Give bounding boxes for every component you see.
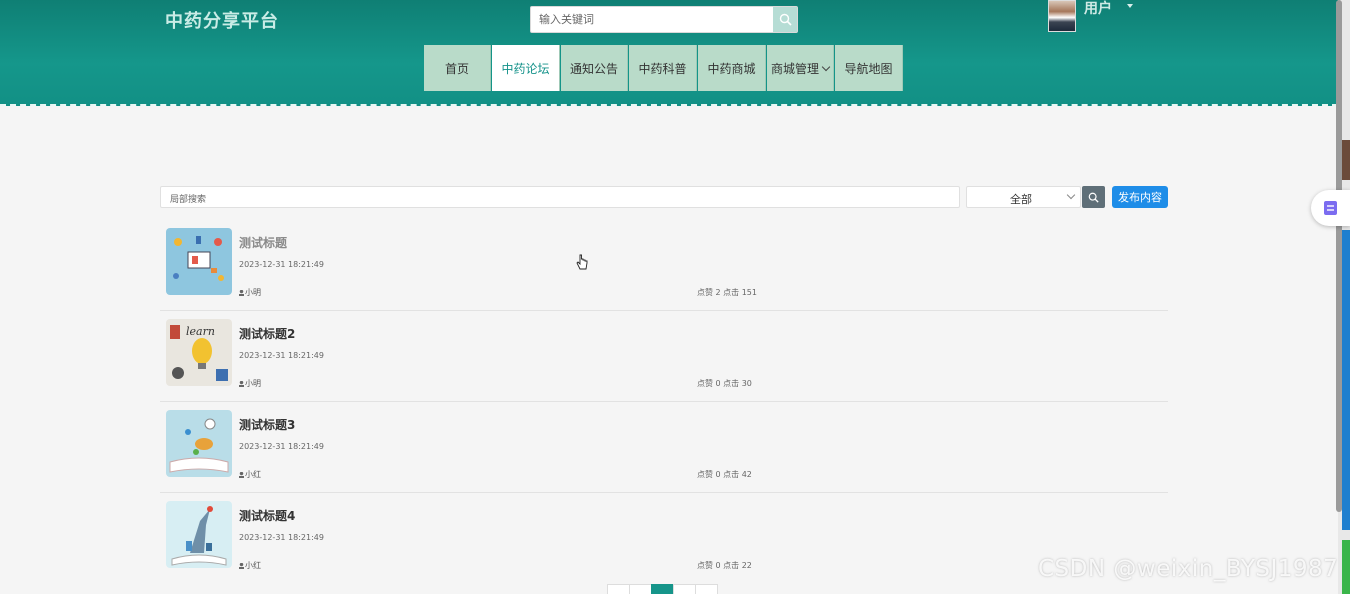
- post-date: 2023-12-31 18:21:49: [239, 442, 324, 451]
- global-search: [530, 6, 798, 33]
- search-icon: [779, 13, 792, 26]
- post-date: 2023-12-31 18:21:49: [239, 351, 324, 360]
- chevron-down-icon: [1066, 190, 1076, 200]
- global-search-button[interactable]: [773, 7, 797, 32]
- post-date: 2023-12-31 18:21:49: [239, 533, 324, 542]
- category-select-value: 全部: [1010, 193, 1032, 206]
- filter-search-button[interactable]: [1082, 186, 1105, 208]
- chevron-down-icon: [821, 62, 831, 71]
- watermark: CSDN @weixin_BYSJ1987: [1038, 556, 1339, 582]
- user-avatar[interactable]: [1048, 0, 1076, 32]
- post-title[interactable]: 测试标题: [239, 234, 287, 251]
- global-search-input[interactable]: [531, 7, 775, 32]
- user-icon: [239, 290, 244, 296]
- side-strip: [1342, 230, 1350, 530]
- post-stats: 点赞 0 点击 22: [697, 561, 752, 570]
- post-stats: 点赞 2 点击 151: [697, 288, 757, 297]
- post-author: 小明: [239, 287, 261, 298]
- nav-item-notices[interactable]: 通知公告: [561, 45, 628, 91]
- post-item[interactable]: 测试标题 2023-12-31 18:21:49 小明 点赞 2 点击 151: [160, 220, 1168, 311]
- post-title[interactable]: 测试标题2: [239, 325, 295, 342]
- document-icon: [1323, 201, 1337, 215]
- nav-item-map[interactable]: 导航地图: [835, 45, 903, 91]
- post-thumbnail[interactable]: [166, 501, 232, 568]
- header-divider: [0, 104, 1338, 106]
- user-menu-label[interactable]: 用户: [1084, 0, 1112, 18]
- side-strip: [1342, 540, 1350, 594]
- publish-button[interactable]: 发布内容: [1112, 186, 1168, 208]
- nav-item-home[interactable]: 首页: [424, 45, 491, 91]
- side-strip: [1342, 140, 1350, 180]
- nav-item-mall[interactable]: 中药商城: [698, 45, 766, 91]
- post-author: 小明: [239, 378, 261, 389]
- pagination: [607, 584, 718, 594]
- local-search-input[interactable]: [161, 190, 959, 210]
- post-author: 小红: [239, 560, 261, 571]
- local-search: [160, 186, 960, 210]
- nav-item-mall-admin[interactable]: 商城管理: [767, 45, 834, 91]
- pager-current[interactable]: [651, 584, 674, 594]
- post-thumbnail[interactable]: [166, 228, 232, 295]
- hand-cursor-icon: [576, 254, 588, 276]
- category-select[interactable]: 全部: [966, 186, 1081, 208]
- post-author: 小红: [239, 469, 261, 480]
- post-thumbnail[interactable]: [166, 410, 232, 477]
- svg-text:learn: learn: [186, 325, 215, 338]
- nav-item-forum[interactable]: 中药论坛: [492, 45, 560, 91]
- post-title[interactable]: 测试标题4: [239, 507, 295, 524]
- site-brand[interactable]: 中药分享平台: [165, 7, 279, 33]
- post-stats: 点赞 0 点击 30: [697, 379, 752, 388]
- pager-prev[interactable]: [629, 584, 652, 594]
- post-thumbnail[interactable]: learn: [166, 319, 232, 386]
- post-item[interactable]: learn 测试标题2 2023-12-31 18:21:49 小明 点赞 0 …: [160, 311, 1168, 402]
- search-icon: [1088, 192, 1099, 203]
- pager-first[interactable]: [607, 584, 630, 594]
- caret-down-icon[interactable]: [1127, 4, 1133, 8]
- pager-last[interactable]: [695, 584, 718, 594]
- user-icon: [239, 381, 244, 387]
- main-nav: 首页 中药论坛 通知公告 中药科普 中药商城 商城管理 导航地图: [424, 45, 903, 91]
- floating-assistant-button[interactable]: [1311, 190, 1350, 226]
- post-title[interactable]: 测试标题3: [239, 416, 295, 433]
- post-date: 2023-12-31 18:21:49: [239, 260, 324, 269]
- user-icon: [239, 472, 244, 478]
- post-stats: 点赞 0 点击 42: [697, 470, 752, 479]
- post-item[interactable]: 测试标题3 2023-12-31 18:21:49 小红 点赞 0 点击 42: [160, 402, 1168, 493]
- pager-next[interactable]: [673, 584, 696, 594]
- nav-item-science[interactable]: 中药科普: [629, 45, 697, 91]
- user-icon: [239, 563, 244, 569]
- post-item[interactable]: 测试标题4 2023-12-31 18:21:49 小红 点赞 0 点击 22: [160, 493, 1168, 584]
